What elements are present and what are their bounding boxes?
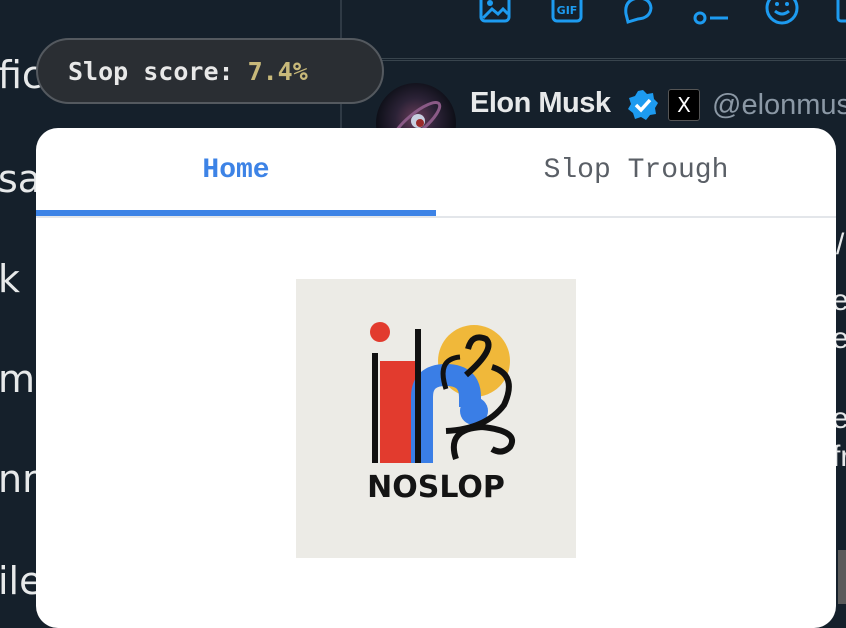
active-tab-indicator [36,210,436,216]
tab-home[interactable]: Home [36,128,436,216]
image-icon[interactable] [478,0,512,26]
noslop-wordmark: NOSLOP [367,470,505,505]
list-icon[interactable] [692,0,730,26]
svg-text:GIF: GIF [557,4,578,17]
poll-icon[interactable] [620,0,656,26]
verified-icon [628,90,658,120]
emoji-icon[interactable] [764,0,800,28]
slop-score-badge: Slop score: 7.4% [36,38,384,104]
extension-popup: Home Slop Trough NOSLOP [36,128,836,628]
nav-item-fragment[interactable]: sa [0,160,41,198]
gif-icon[interactable]: GIF [550,0,584,26]
nav-item-fragment[interactable]: k [0,260,20,298]
noslop-logo: NOSLOP [296,279,576,558]
tweet-header: Elon Musk X @elonmus [342,60,846,163]
author-handle[interactable]: @elonmus [712,89,846,122]
text-fragment: / [836,228,845,261]
compose-toolbar: GIF [342,0,846,59]
tab-slop-trough[interactable]: Slop Trough [436,128,836,216]
noslop-logo-image: NOSLOP [367,322,515,505]
popup-tabs: Home Slop Trough [36,128,836,218]
slop-score-label: Slop score: [68,56,234,86]
x-logo-icon: X [668,89,700,121]
author-name[interactable]: Elon Musk [470,87,611,120]
slop-score-value: 7.4% [247,56,308,86]
schedule-icon[interactable] [836,0,846,26]
media-thumbnail[interactable] [838,550,846,604]
